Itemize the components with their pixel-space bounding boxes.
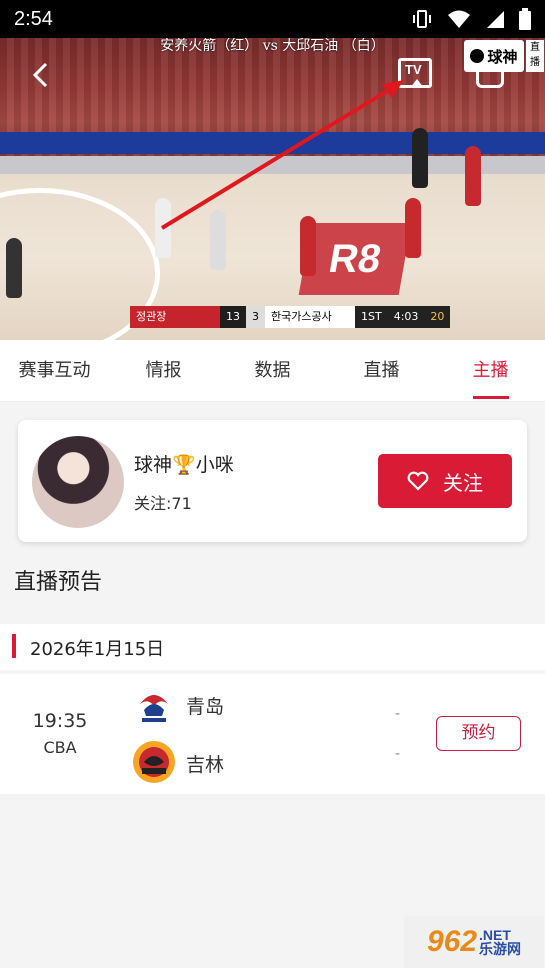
anchor-followers: 关注:71 xyxy=(134,494,192,513)
avatar[interactable] xyxy=(32,436,124,528)
scoreboard-score1: 13 xyxy=(220,306,246,328)
scoreboard-score2: 3 xyxy=(246,306,265,328)
home-team-score: - xyxy=(395,706,401,722)
section-title: 直播预告 xyxy=(14,570,103,595)
watermark-logo: 962 .NET 乐游网 xyxy=(404,916,544,968)
tab-intel[interactable]: 情报 xyxy=(109,340,218,401)
status-bar: 2:54 xyxy=(0,0,545,38)
scoreboard-period: 1ST xyxy=(355,306,388,328)
annotation-arrow-icon xyxy=(160,80,404,230)
match-row[interactable]: 19:35 CBA 青岛 - 吉林 - 预约 xyxy=(0,674,545,794)
tab-live[interactable]: 直播 xyxy=(327,340,436,401)
tab-bar: 赛事互动 情报 数据 直播 主播 xyxy=(0,340,545,402)
home-team-name: 青岛 xyxy=(186,696,225,718)
jilin-logo-icon xyxy=(133,741,175,783)
match-league: CBA xyxy=(43,738,77,757)
tab-anchor[interactable]: 主播 xyxy=(436,340,545,401)
anchor-card: 球神🏆小咪 关注:71 关注 xyxy=(18,420,527,542)
trophy-icon: 🏆 xyxy=(172,454,196,476)
scoreboard-clock: 4:03 xyxy=(387,306,425,328)
scoreboard-shot-clock: 20 xyxy=(424,306,451,328)
tab-interaction[interactable]: 赛事互动 xyxy=(0,340,109,401)
signal-icon xyxy=(487,11,504,28)
follow-button[interactable]: 关注 xyxy=(378,454,512,508)
scoreboard: 정관장 13 3 한국가스공사 1ST 4:03 20 xyxy=(130,306,451,328)
heart-icon xyxy=(407,471,429,491)
qingdao-logo-icon xyxy=(133,685,175,727)
tab-data[interactable]: 数据 xyxy=(218,340,327,401)
match-time: 19:35 xyxy=(32,710,88,732)
status-icons xyxy=(411,8,531,30)
scoreboard-team2: 한국가스공사 xyxy=(265,306,355,328)
wifi-icon xyxy=(448,10,470,28)
date-row: 2026年1月15日 xyxy=(0,624,545,670)
reserve-button[interactable]: 预约 xyxy=(436,716,521,751)
date-text: 2026年1月15日 xyxy=(30,639,165,660)
date-accent-bar xyxy=(12,634,16,658)
away-team-score: - xyxy=(395,746,401,762)
away-team-name: 吉林 xyxy=(186,754,225,776)
battery-icon xyxy=(519,8,531,30)
vibrate-icon xyxy=(413,10,431,28)
scoreboard-team1: 정관장 xyxy=(130,306,220,328)
status-time: 2:54 xyxy=(14,7,53,30)
video-player[interactable]: R8 安养火箭（红） vs 大邱石油 （白） TV 球神 直播 정관장 13 3… xyxy=(0,38,545,340)
anchor-name: 球神🏆小咪 xyxy=(134,454,234,476)
